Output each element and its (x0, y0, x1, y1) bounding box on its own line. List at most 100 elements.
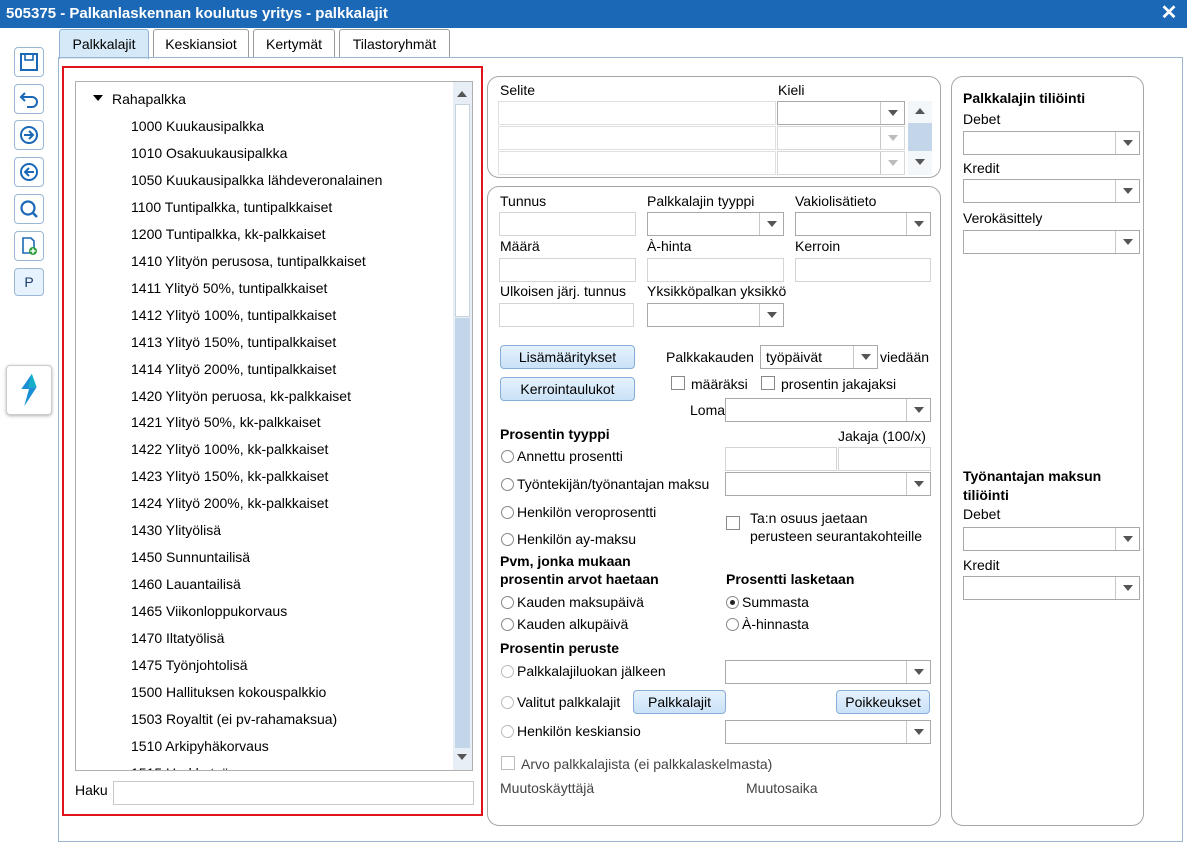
yksikko-select[interactable] (647, 303, 784, 327)
tab-keskiansiot[interactable]: Keskiansiot (153, 29, 249, 58)
tree-root-label[interactable]: Rahapalkka (112, 91, 186, 107)
tree-item[interactable]: 1424 Ylityö 200%, kk-palkkaiset (131, 495, 328, 511)
collapse-caret-icon[interactable] (93, 95, 103, 101)
tree-item[interactable]: 1475 Työnjohtolisä (131, 657, 248, 673)
tree-item[interactable]: 1422 Ylityö 100%, kk-palkkaiset (131, 441, 328, 457)
scroll-track[interactable] (455, 318, 470, 748)
kerrointaulukot-button[interactable]: Kerrointaulukot (500, 377, 635, 401)
tyopaivat-select[interactable]: työpäivät (760, 345, 878, 369)
tree-item[interactable]: 1470 Iltatyölisä (131, 630, 224, 646)
luokan-radio[interactable] (501, 665, 514, 678)
tree-item[interactable]: 1100 Tuntipalkka, tuntipalkkaiset (131, 199, 332, 215)
aymaksu-radio[interactable] (501, 533, 514, 546)
prosentti-input[interactable] (725, 447, 837, 471)
ahinnasta-radio[interactable] (726, 618, 739, 631)
tree-item[interactable]: 1500 Hallituksen kokouspalkkio (131, 684, 326, 700)
loma-select[interactable] (725, 398, 931, 422)
poikkeukset-button[interactable]: Poikkeukset (836, 690, 930, 714)
tree-item[interactable]: 1413 Ylityö 150%, tuntipalkkaiset (131, 334, 336, 350)
debet2-select[interactable] (963, 527, 1140, 551)
search-input[interactable] (113, 781, 474, 805)
keskiansio-radio[interactable] (501, 725, 514, 738)
maksu-select[interactable] (725, 472, 931, 496)
tyontekijan-radio[interactable] (501, 478, 514, 491)
scroll-up-icon[interactable] (457, 91, 467, 97)
p-button[interactable]: P (14, 268, 44, 296)
maaraksi-checkbox[interactable] (671, 376, 685, 390)
tree-item[interactable]: 1420 Ylityön peruosa, kk-palkkaiset (131, 388, 351, 404)
description-scrollbar[interactable] (908, 101, 932, 175)
tree-item[interactable]: 1460 Lauantailisä (131, 576, 241, 592)
kredit-select[interactable] (963, 179, 1140, 203)
tunnus-input[interactable] (499, 212, 636, 236)
tyyppi-select[interactable] (647, 212, 784, 236)
scroll-thumb[interactable] (455, 104, 470, 317)
tree-item[interactable]: 1423 Ylityö 150%, kk-palkkaiset (131, 468, 328, 484)
kerroin-input[interactable] (795, 258, 931, 282)
tab-kertymat[interactable]: Kertymät (253, 29, 335, 58)
tab-tilastoryhmat[interactable]: Tilastoryhmät (339, 29, 450, 58)
ulkoinen-input[interactable] (499, 303, 634, 327)
summasta-radio[interactable] (726, 596, 739, 609)
app-logo-icon[interactable] (6, 365, 52, 415)
tree-item[interactable]: 1503 Royaltit (ei pv-rahamaksua) (131, 711, 337, 727)
veroprosentti-radio[interactable] (501, 506, 514, 519)
close-icon[interactable]: ✕ (1159, 3, 1179, 23)
tree-item[interactable]: 1421 Ylityö 50%, kk-palkkaiset (131, 414, 321, 430)
maksupaiva-radio[interactable] (501, 596, 514, 609)
maara-input[interactable] (499, 258, 636, 282)
new-document-icon[interactable] (14, 231, 44, 261)
tan-osuus-checkbox[interactable] (726, 516, 740, 530)
search-icon[interactable] (14, 194, 44, 224)
alkupaiva-label: Kauden alkupäivä (517, 616, 629, 632)
jakaja-input[interactable] (838, 447, 931, 471)
tree-scrollbar[interactable] (453, 82, 472, 770)
tan-osuus-label-2: perusteen seurantakohteille (750, 528, 923, 544)
ahinta-input[interactable] (647, 258, 784, 282)
annettu-radio[interactable] (501, 450, 514, 463)
tab-palkkalajit[interactable]: Palkkalajit (59, 29, 149, 59)
tree-item[interactable]: 1450 Sunnuntailisä (131, 549, 250, 565)
arvo-checkbox[interactable] (501, 756, 515, 770)
vakio-select[interactable] (795, 212, 931, 236)
tree-item[interactable]: 1200 Tuntipalkka, kk-palkkaiset (131, 226, 326, 242)
debet-select[interactable] (963, 131, 1140, 155)
selite-input-1[interactable] (498, 101, 776, 125)
desc-scroll-up-icon[interactable] (915, 108, 925, 114)
scroll-down-icon[interactable] (457, 754, 467, 760)
alkupaiva-radio[interactable] (501, 618, 514, 631)
tree-item[interactable]: 1414 Ylityö 200%, tuntipalkkaiset (131, 361, 336, 377)
window-title: 505375 - Palkanlaskennan koulutus yritys… (6, 5, 388, 22)
selite-input-2[interactable] (498, 126, 776, 150)
lisamaaritykset-button[interactable]: Lisämääritykset (500, 345, 635, 369)
palkkalajit-button[interactable]: Palkkalajit (633, 690, 726, 714)
next-icon[interactable] (14, 120, 44, 150)
previous-icon[interactable] (14, 157, 44, 187)
valitut-radio[interactable] (501, 696, 514, 709)
tree-item[interactable]: 1465 Viikonloppukorvaus (131, 603, 287, 619)
tree-item[interactable]: 1010 Osakuukausipalkka (131, 145, 287, 161)
kieli-select-3[interactable] (777, 151, 905, 175)
tree-item[interactable]: 1515 Urakkatyö (131, 765, 229, 770)
tree-item[interactable]: 1510 Arkipyhäkorvaus (131, 738, 269, 754)
keskiansio-select[interactable] (725, 720, 931, 744)
tree-item[interactable]: 1430 Ylityölisä (131, 522, 221, 538)
pvm-heading-2: prosentin arvot haetaan (500, 571, 659, 587)
desc-scroll-down-icon[interactable] (915, 159, 925, 165)
desc-scroll-thumb[interactable] (908, 123, 932, 151)
tree-item[interactable]: 1000 Kuukausipalkka (131, 118, 264, 134)
tree-item[interactable]: 1050 Kuukausipalkka lähdeveronalainen (131, 172, 382, 188)
jakajaksi-checkbox[interactable] (761, 376, 775, 390)
tree-item[interactable]: 1411 Ylityö 50%, tuntipalkkaiset (131, 280, 327, 296)
tree-item[interactable]: 1412 Ylityö 100%, tuntipalkkaiset (131, 307, 336, 323)
kieli-select-2[interactable] (777, 126, 905, 150)
luokka-select[interactable] (725, 660, 931, 684)
selite-input-3[interactable] (498, 151, 776, 175)
verokasittely-select[interactable] (963, 230, 1140, 254)
palkkalaji-tree[interactable]: Rahapalkka 1000 Kuukausipalkka 1010 Osaku… (75, 81, 473, 771)
undo-icon[interactable] (14, 84, 44, 114)
tree-item[interactable]: 1410 Ylityön perusosa, tuntipalkkaiset (131, 253, 366, 269)
kredit2-select[interactable] (963, 576, 1140, 600)
kieli-select-1[interactable] (777, 101, 905, 125)
save-icon[interactable] (14, 47, 44, 77)
